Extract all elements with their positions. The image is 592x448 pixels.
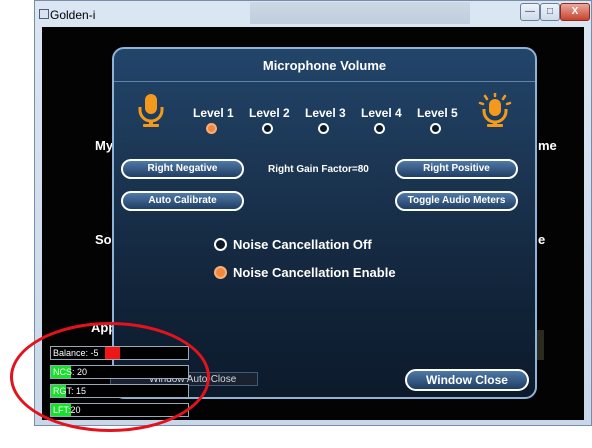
- dialog-title-divider: [114, 81, 535, 82]
- level-2-radio[interactable]: [262, 123, 273, 134]
- noise-cancellation-enable-radio[interactable]: [214, 266, 227, 279]
- maximize-button[interactable]: □: [540, 3, 560, 21]
- dialog-title: Microphone Volume: [262, 58, 387, 73]
- level-2-label: Level 2: [249, 106, 290, 120]
- right-gain-factor-label: Right Gain Factor=80: [268, 164, 369, 175]
- level-5-label: Level 5: [417, 106, 458, 120]
- toggle-audio-meters-button[interactable]: Toggle Audio Meters: [395, 191, 518, 211]
- microphone-high-icon: [478, 93, 512, 127]
- app-icon: [39, 9, 49, 19]
- level-1-radio[interactable]: [206, 123, 217, 134]
- level-4-radio[interactable]: [374, 123, 385, 134]
- right-positive-button[interactable]: Right Positive: [395, 159, 518, 179]
- background-panel-strip: [536, 330, 544, 360]
- auto-calibrate-button[interactable]: Auto Calibrate: [121, 191, 244, 211]
- noise-cancellation-off-label[interactable]: Noise Cancellation Off: [233, 237, 372, 252]
- microphone-low-icon: [138, 94, 164, 127]
- level-4-label: Level 4: [361, 106, 402, 120]
- level-3-radio[interactable]: [318, 123, 329, 134]
- noise-cancellation-off-radio[interactable]: [214, 238, 227, 251]
- blurred-overlay-text: [250, 2, 470, 24]
- window-title: Golden-i: [50, 8, 96, 22]
- background-text-e: e: [538, 232, 546, 247]
- background-text-me: me: [538, 138, 557, 153]
- close-button[interactable]: X: [560, 3, 590, 21]
- window-close-button[interactable]: Window Close: [405, 369, 529, 391]
- level-5-radio[interactable]: [430, 123, 441, 134]
- annotation-circle: [10, 322, 210, 432]
- background-text-my: My: [95, 138, 114, 153]
- level-3-label: Level 3: [305, 106, 346, 120]
- level-1-label: Level 1: [193, 106, 234, 120]
- right-negative-button[interactable]: Right Negative: [121, 159, 244, 179]
- background-text-so: So: [95, 232, 112, 247]
- minimize-button[interactable]: —: [520, 3, 540, 21]
- noise-cancellation-enable-label[interactable]: Noise Cancellation Enable: [233, 265, 396, 280]
